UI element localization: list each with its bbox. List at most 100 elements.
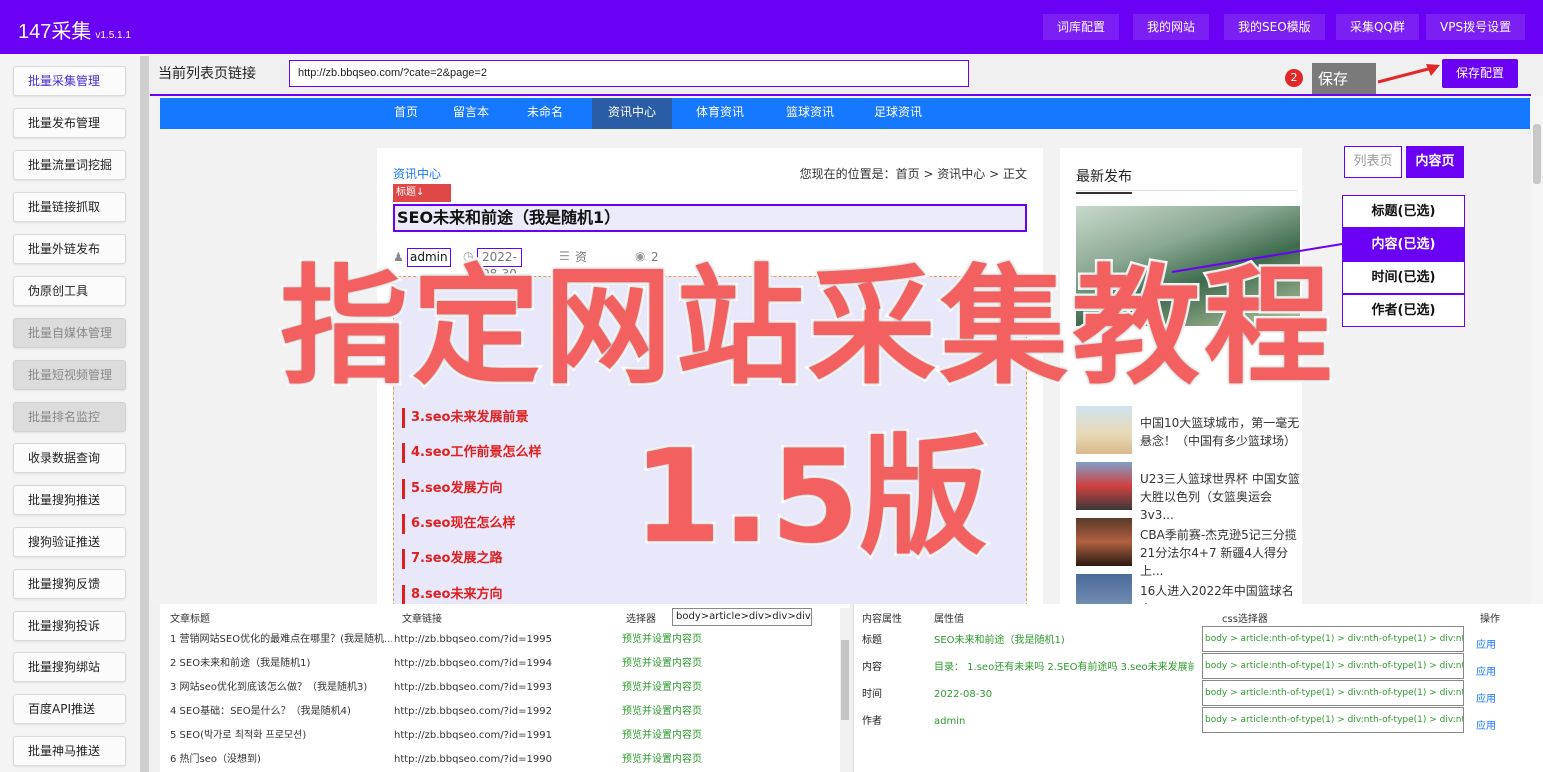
article-category-link[interactable]: 资讯中心 — [393, 165, 441, 182]
news-thumbnail[interactable] — [1076, 462, 1132, 510]
sidebar-scrollbar[interactable] — [140, 56, 149, 772]
field-option-time[interactable]: 时间(已选) — [1342, 261, 1465, 294]
css-selector-input[interactable]: body > article:nth-of-type(1) > div:nth-… — [1202, 653, 1464, 679]
col-header-css: css选择器 — [1222, 614, 1268, 625]
topnav-my-sites[interactable]: 我的网站 — [1133, 14, 1210, 40]
preview-set-link[interactable]: 预览并设置内容页 — [622, 633, 742, 647]
news-item[interactable]: 16人进入2022年中国篮球名人 — [1140, 582, 1300, 604]
site-nav-football[interactable]: 足球资讯 — [868, 98, 928, 129]
sidebar-item[interactable]: 收录数据查询 — [13, 443, 126, 473]
table-cell: 5 SEO(박가로 최적화 프로모션) — [170, 730, 307, 741]
sidebar-item[interactable]: 批量搜狗绑站 — [13, 652, 126, 682]
content-item: 4.seo工作前景怎么样 — [402, 443, 541, 463]
sidebar-item[interactable]: 批量搜狗投诉 — [13, 611, 126, 641]
site-nav-sports[interactable]: 体育资讯 — [690, 98, 750, 129]
step-badge: 2 — [1285, 69, 1303, 87]
preview-set-link[interactable]: 预览并设置内容页 — [622, 657, 742, 671]
news-item[interactable]: U23三人篮球世界杯 中国女篮大胜以色列（女篮奥运会3v3... — [1140, 470, 1300, 524]
apply-button[interactable]: 应用 — [1476, 636, 1496, 651]
site-nav-guestbook[interactable]: 留言本 — [446, 98, 496, 129]
attr-name: 作者 — [862, 716, 882, 727]
news-thumbnail[interactable] — [1076, 518, 1132, 566]
content-item: 7.seo发展之路 — [402, 549, 502, 569]
field-option-title[interactable]: 标题(已选) — [1342, 195, 1465, 228]
selector-input[interactable]: body>article>div>div>div>ul: — [672, 608, 812, 626]
attr-value: 2022-08-30 — [934, 689, 993, 700]
tab-content-page[interactable]: 内容页 — [1406, 146, 1464, 178]
overlay-version: 1.5版 — [630, 423, 990, 572]
tab-list-page[interactable]: 列表页 — [1344, 146, 1402, 178]
news-thumbnail[interactable] — [1076, 406, 1132, 454]
sidebar-item[interactable]: 批量自媒体管理 — [13, 318, 126, 348]
site-nav: 首页 留言本 未命名 资讯中心 体育资讯 篮球资讯 足球资讯 — [160, 98, 1530, 129]
topnav-word-config[interactable]: 词库配置 — [1043, 14, 1120, 40]
list-url-input[interactable]: http://zb.bbqseo.com/?cate=2&page=2 — [289, 60, 969, 87]
apply-button[interactable]: 应用 — [1476, 690, 1496, 705]
article-list-table: 文章标题 文章链接 选择器 body>article>div>div>div>u… — [160, 604, 850, 772]
sidebar-item[interactable]: 批量采集管理 — [13, 66, 126, 96]
sidebar-item[interactable]: 批量链接抓取 — [13, 192, 126, 222]
topnav-vps-settings[interactable]: VPS拨号设置 — [1426, 14, 1526, 40]
top-bar: 147采集 v1.5.1.1 词库配置 我的网站 我的SEO模版 采集QQ群 VP… — [0, 0, 1543, 54]
sidebar-item[interactable]: 批量排名监控 — [13, 402, 126, 432]
news-thumbnail[interactable] — [1076, 574, 1132, 604]
breadcrumb: 您现在的位置是：首页 > 资讯中心 > 正文 — [799, 167, 1027, 181]
table-cell: 4 SEO基础：SEO是什么？（我是随机4) — [170, 706, 351, 717]
content-item: 6.seo现在怎么样 — [402, 514, 515, 534]
save-tooltip: 保存 — [1312, 63, 1376, 95]
preview-set-link[interactable]: 预览并设置内容页 — [622, 729, 742, 743]
apply-button[interactable]: 应用 — [1476, 663, 1496, 678]
site-nav-unnamed[interactable]: 未命名 — [520, 98, 570, 129]
table-cell: http://zb.bbqseo.com/?id=1993 — [394, 682, 552, 693]
title-tag: 标题↓ — [393, 184, 451, 202]
attr-value: 目录： 1.seo还有未来吗 2.SEO有前途吗 3.seo未来发展前... — [934, 662, 1194, 673]
app-name: 147采集 — [18, 21, 92, 43]
table-cell: http://zb.bbqseo.com/?id=1995 — [394, 634, 552, 645]
attr-name: 时间 — [862, 689, 882, 700]
sidebar-item[interactable]: 批量神马推送 — [13, 736, 126, 766]
col-header-selector: 选择器 — [626, 614, 656, 625]
preview-scrollbar-thumb[interactable] — [1533, 124, 1541, 184]
field-option-content[interactable]: 内容(已选) — [1342, 228, 1465, 261]
css-selector-input[interactable]: body > article:nth-of-type(1) > div:nth-… — [1202, 707, 1464, 733]
article-title[interactable]: SEO未来和前途（我是随机1） — [393, 204, 1027, 232]
sidebar-item[interactable]: 百度API推送 — [13, 694, 126, 724]
site-nav-home[interactable]: 首页 — [386, 98, 426, 129]
table-cell: http://zb.bbqseo.com/?id=1992 — [394, 706, 552, 717]
apply-button[interactable]: 应用 — [1476, 717, 1496, 732]
table-cell: 1 营销网站SEO优化的最难点在哪里？(我是随机... — [170, 634, 392, 645]
heading-divider — [1076, 190, 1298, 191]
preview-set-link[interactable]: 预览并设置内容页 — [622, 753, 742, 767]
table-cell: 2 SEO未来和前途（我是随机1) — [170, 658, 311, 669]
attr-value: admin — [934, 716, 966, 727]
sidebar-item[interactable]: 批量外链发布 — [13, 234, 126, 264]
col-header-attr: 内容属性 — [862, 614, 902, 625]
site-nav-news[interactable]: 资讯中心 — [592, 98, 672, 129]
css-selector-input[interactable]: body > article:nth-of-type(1) > div:nth-… — [1202, 680, 1464, 706]
topnav-seo-template[interactable]: 我的SEO模版 — [1224, 14, 1325, 40]
attr-name: 标题 — [862, 635, 882, 646]
css-selector-input[interactable]: body > article:nth-of-type(1) > div:nth-… — [1202, 626, 1464, 652]
preview-set-link[interactable]: 预览并设置内容页 — [622, 705, 742, 719]
save-config-button[interactable]: 保存配置 — [1442, 59, 1518, 88]
table-cell: http://zb.bbqseo.com/?id=1991 — [394, 730, 552, 741]
list-scrollbar-thumb[interactable] — [841, 640, 849, 720]
sidebar-item[interactable]: 搜狗验证推送 — [13, 527, 126, 557]
table-cell: http://zb.bbqseo.com/?id=1990 — [394, 754, 552, 765]
news-item[interactable]: CBA季前赛-杰克逊5记三分揽21分法尔4+7 新疆4人得分上... — [1140, 526, 1300, 580]
site-nav-basketball[interactable]: 篮球资讯 — [780, 98, 840, 129]
sidebar-item[interactable]: 批量短视频管理 — [13, 360, 126, 390]
col-header-title: 文章标题 — [170, 614, 210, 625]
field-option-author[interactable]: 作者(已选) — [1342, 294, 1465, 327]
sidebar-item[interactable]: 伪原创工具 — [13, 276, 126, 306]
topnav-qq-group[interactable]: 采集QQ群 — [1336, 14, 1419, 40]
sidebar-item[interactable]: 批量发布管理 — [13, 108, 126, 138]
attribute-table: 内容属性 属性值 css选择器 操作 标题 SEO未来和前途（我是随机1) body… — [853, 604, 1543, 772]
sidebar-item[interactable]: 批量流量词挖掘 — [13, 150, 126, 180]
table-cell: 3 网站seo优化到底该怎么做？（我是随机3) — [170, 682, 368, 693]
preview-set-link[interactable]: 预览并设置内容页 — [622, 681, 742, 695]
news-item[interactable]: 中国10大篮球城市，第一毫无悬念！（中国有多少篮球场） — [1140, 414, 1300, 450]
content-item: 5.seo发展方向 — [402, 479, 502, 499]
sidebar-item[interactable]: 批量搜狗推送 — [13, 485, 126, 515]
sidebar-item[interactable]: 批量搜狗反馈 — [13, 569, 126, 599]
